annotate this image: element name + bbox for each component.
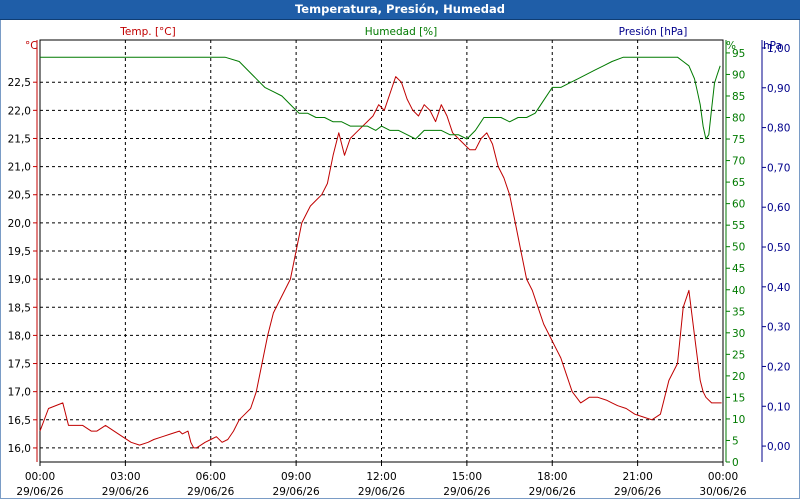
humidity-tick-label: 40: [732, 285, 745, 297]
x-tick-date-label: 29/06/26: [273, 486, 320, 498]
x-tick-date-label: 29/06/26: [443, 486, 490, 498]
pressure-axis-title: Presión [hPa]: [619, 26, 688, 38]
humidity-tick-label: 35: [732, 306, 745, 318]
humidity-tick-label: 70: [732, 156, 745, 168]
x-tick-date-label: 29/06/26: [187, 486, 234, 498]
pressure-unit-label: hPa: [763, 40, 782, 52]
temp-tick-label: 21,5: [8, 133, 31, 145]
pressure-tick-label: 0,50: [767, 242, 790, 254]
x-tick-date-label: 29/06/26: [102, 486, 149, 498]
temp-tick-label: 19,0: [8, 274, 31, 286]
humidity-tick-label: 0: [732, 457, 739, 469]
humidity-tick-label: 55: [732, 220, 745, 232]
x-tick-date-label: 29/06/26: [358, 486, 405, 498]
temp-unit-label: °C: [25, 40, 38, 52]
temp-tick-label: 19,5: [8, 246, 31, 258]
temp-tick-label: 16,5: [8, 415, 31, 427]
x-tick-time-label: 00:00: [708, 471, 738, 483]
x-tick-time-label: 09:00: [281, 471, 311, 483]
humidity-tick-label: 60: [732, 199, 745, 211]
humidity-tick-label: 90: [732, 69, 745, 81]
humidity-tick-label: 80: [732, 113, 745, 125]
humidity-tick-label: 30: [732, 328, 745, 340]
temp-tick-label: 18,5: [8, 302, 31, 314]
x-tick-time-label: 00:00: [25, 471, 55, 483]
humidity-tick-label: 45: [732, 263, 745, 275]
pressure-tick-label: 0,80: [767, 123, 790, 135]
humidity-tick-label: 75: [732, 134, 745, 146]
humidity-tick-label: 25: [732, 349, 745, 361]
x-tick-date-label: 30/06/26: [699, 486, 746, 498]
humidity-tick-label: 65: [732, 177, 745, 189]
pressure-tick-label: 0,90: [767, 83, 790, 95]
humidity-tick-label: 5: [732, 435, 739, 447]
temp-tick-label: 21,0: [8, 162, 31, 174]
temperature-series-line: [39, 76, 722, 449]
x-tick-date-label: 29/06/26: [16, 486, 63, 498]
pressure-tick-label: 0,30: [767, 322, 790, 334]
x-tick-time-label: 03:00: [110, 471, 140, 483]
x-tick-date-label: 29/06/26: [614, 486, 661, 498]
pressure-tick-label: 0,20: [767, 361, 790, 373]
temp-axis-title: Temp. [°C]: [119, 26, 175, 38]
pressure-tick-label: 0,60: [767, 202, 790, 214]
chart-canvas: 16,0 16,5 17,0 17,5 18,0 18,5 19,0 19,5 20,0 20,5…: [8, 26, 791, 498]
temp-tick-label: 20,5: [8, 190, 31, 202]
temp-tick-label: 22,0: [8, 105, 31, 117]
pressure-tick-label: 0,40: [767, 282, 790, 294]
pressure-tick-label: 0,70: [767, 162, 790, 174]
temp-tick-label: 18,0: [8, 330, 31, 342]
temp-tick-label: 16,0: [8, 443, 31, 455]
humidity-tick-label: 20: [732, 371, 745, 383]
x-tick-time-label: 06:00: [196, 471, 226, 483]
temp-tick-label: 17,5: [8, 359, 31, 371]
humidity-axis-title: Humedad [%]: [365, 26, 438, 38]
x-tick-date-label: 29/06/26: [529, 486, 576, 498]
x-tick-time-label: 15:00: [452, 471, 482, 483]
temp-tick-label: 20,0: [8, 218, 31, 230]
humidity-tick-label: 10: [732, 414, 745, 426]
temp-tick-label: 22,5: [8, 77, 31, 89]
humidity-series-line: [40, 56, 721, 140]
x-tick-time-label: 12:00: [366, 471, 396, 483]
pressure-tick-label: 0,10: [767, 401, 790, 413]
humidity-tick-label: 85: [732, 91, 745, 103]
pressure-tick-label: 0,00: [767, 441, 790, 453]
humidity-unit-label: %: [726, 40, 736, 52]
x-tick-time-label: 21:00: [622, 471, 652, 483]
humidity-tick-label: 50: [732, 242, 745, 254]
x-tick-time-label: 18:00: [537, 471, 567, 483]
humidity-tick-label: 15: [732, 392, 745, 404]
temp-tick-label: 17,0: [8, 387, 31, 399]
